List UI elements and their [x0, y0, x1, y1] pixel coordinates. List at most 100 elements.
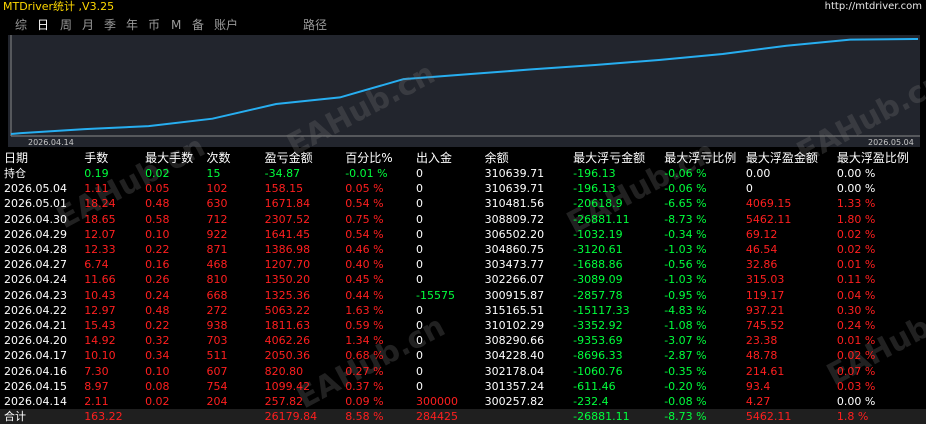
tab-week[interactable]: 周	[60, 17, 72, 33]
total-deposit-withdrawal: 284425	[412, 409, 481, 424]
table-row[interactable]: 2026.04.30 18.65 0.58 712 2307.52 0.75 % 0 3088…	[0, 212, 926, 227]
row-profit-loss: 257.82	[264, 394, 304, 408]
col-lots[interactable]: 手数	[80, 151, 141, 166]
table-row[interactable]: 2026.04.16 7.30 0.10 607 820.80 0.27 % 0 302178…	[0, 363, 926, 378]
website-link[interactable]: http://mtdriver.com	[825, 0, 922, 13]
holding-count: 15	[206, 167, 221, 181]
row-max-floating-loss-ratio: -1.03 %	[664, 273, 707, 287]
row-lots: 7.30	[84, 364, 109, 378]
table-row[interactable]: 2026.04.23 10.43 0.24 668 1325.36 0.44 % -1557…	[0, 288, 926, 303]
table-row[interactable]: 2026.04.27 6.74 0.16 468 1207.70 0.40 % 0 30347…	[0, 257, 926, 272]
holding-row: 持仓 0.19 0.02 15 -34.87 -0.01 % 0 310639.…	[0, 166, 926, 181]
row-date: 2026.04.17	[4, 349, 67, 363]
row-balance: 310481.56	[484, 197, 545, 211]
row-balance: 302178.04	[484, 364, 545, 378]
row-deposit-withdrawal: 300000	[416, 394, 458, 408]
col-date[interactable]: 日期	[0, 151, 80, 166]
row-deposit-withdrawal: 0	[416, 182, 423, 196]
row-date: 2026.04.20	[4, 334, 67, 348]
row-percent: 1.63 %	[345, 303, 384, 317]
row-max-floating-loss-ratio: -0.34 %	[664, 227, 707, 241]
row-balance: 300915.87	[484, 288, 545, 302]
row-percent: 0.75 %	[345, 212, 384, 226]
tab-note[interactable]: 备	[192, 17, 204, 33]
total-balance	[480, 409, 570, 424]
table-row[interactable]: 2026.04.24 11.66 0.26 810 1350.20 0.45 % 0 3022…	[0, 272, 926, 287]
row-max-floating-loss: -8696.33	[573, 349, 623, 363]
row-deposit-withdrawal: -15575	[416, 288, 455, 302]
table-row[interactable]: 2026.04.28 12.33 0.22 871 1386.98 0.46 % 0 3048…	[0, 242, 926, 257]
row-max-lots: 0.10	[145, 227, 170, 241]
row-max-floating-profit: 0	[745, 182, 753, 196]
table-row[interactable]: 2026.04.29 12.07 0.10 922 1641.45 0.54 % 0 3065…	[0, 227, 926, 242]
row-percent: 0.37 %	[345, 379, 384, 393]
row-lots: 8.97	[84, 379, 109, 393]
row-balance: 308809.72	[484, 212, 545, 226]
col-max-floating-loss-ratio[interactable]: 最大浮亏比例	[660, 151, 742, 166]
tab-month[interactable]: 月	[82, 17, 94, 33]
total-max-floating-loss-ratio: -8.73 %	[660, 409, 742, 424]
col-profit-loss[interactable]: 盈亏金额	[261, 151, 342, 166]
row-max-lots: 0.58	[145, 212, 170, 226]
tab-path[interactable]: 路径	[303, 17, 327, 33]
row-percent: 0.40 %	[345, 258, 384, 272]
row-max-floating-profit: 119.17	[745, 288, 785, 302]
row-profit-loss: 1207.70	[264, 258, 311, 272]
tab-account[interactable]: 账户	[214, 17, 238, 33]
holding-profit-loss: -34.87	[264, 167, 301, 181]
row-count: 630	[206, 197, 228, 211]
col-max-lots[interactable]: 最大手数	[141, 151, 202, 166]
table-row[interactable]: 2026.05.04 1.11 0.05 102 158.15 0.05 % 0 310639…	[0, 181, 926, 196]
row-count: 668	[206, 288, 228, 302]
tab-currency[interactable]: 币	[148, 17, 160, 33]
row-max-floating-loss-ratio: -8.73 %	[664, 212, 707, 226]
table-row[interactable]: 2026.04.15 8.97 0.08 754 1099.42 0.37 % 0 30135…	[0, 379, 926, 394]
row-percent: 0.09 %	[345, 394, 384, 408]
col-count[interactable]: 次数	[202, 151, 260, 166]
row-profit-loss: 4062.26	[264, 334, 311, 348]
table-row[interactable]: 2026.04.21 15.43 0.22 938 1811.63 0.59 % 0 3101…	[0, 318, 926, 333]
row-max-lots: 0.10	[145, 364, 170, 378]
row-balance: 306502.20	[484, 227, 545, 241]
table-row[interactable]: 2026.04.20 14.92 0.32 703 4062.26 1.34 % 0 3082…	[0, 333, 926, 348]
equity-chart: 2026.04.14 2026.05.04	[8, 35, 920, 147]
row-max-floating-profit: 93.4	[745, 379, 771, 393]
row-max-floating-profit: 4.27	[745, 394, 771, 408]
col-balance[interactable]: 余额	[481, 151, 569, 166]
row-deposit-withdrawal: 0	[416, 258, 423, 272]
row-max-lots: 0.02	[145, 394, 170, 408]
tab-quarter[interactable]: 季	[104, 17, 116, 33]
holding-max-floating-profit: 0.00	[745, 167, 771, 181]
table-row[interactable]: 2026.04.14 2.11 0.02 204 257.82 0.09 % 300000 3…	[0, 394, 926, 409]
tab-year[interactable]: 年	[126, 17, 138, 33]
col-max-floating-profit-ratio[interactable]: 最大浮盈比例	[833, 151, 926, 166]
row-max-floating-profit-ratio: 0.00 %	[836, 182, 876, 196]
row-deposit-withdrawal: 0	[416, 227, 423, 241]
row-count: 810	[206, 273, 228, 287]
row-date: 2026.05.04	[4, 182, 67, 196]
row-balance: 304860.75	[484, 243, 545, 257]
row-profit-loss: 1386.98	[264, 243, 311, 257]
tab-day[interactable]: 日	[37, 17, 49, 33]
row-max-lots: 0.26	[145, 273, 170, 287]
col-percent[interactable]: 百分比%	[341, 151, 412, 166]
row-max-lots: 0.22	[145, 318, 170, 332]
row-lots: 14.92	[84, 334, 116, 348]
holding-max-lots: 0.02	[145, 167, 170, 181]
row-max-floating-profit-ratio: 0.03 %	[836, 379, 876, 393]
row-max-floating-profit: 32.86	[745, 258, 778, 272]
row-max-floating-profit-ratio: 1.80 %	[836, 212, 876, 226]
table-row[interactable]: 2026.04.22 12.97 0.48 272 5063.22 1.63 % 0 3151…	[0, 303, 926, 318]
row-count: 754	[206, 379, 228, 393]
col-deposit-withdrawal[interactable]: 出入金	[412, 151, 481, 166]
tab-magic[interactable]: M	[171, 17, 181, 33]
tab-summary[interactable]: 综	[15, 17, 27, 33]
row-deposit-withdrawal: 0	[416, 379, 423, 393]
col-max-floating-profit[interactable]: 最大浮盈金额	[742, 151, 833, 166]
col-max-floating-loss[interactable]: 最大浮亏金额	[569, 151, 660, 166]
row-deposit-withdrawal: 0	[416, 334, 423, 348]
row-lots: 12.97	[84, 303, 116, 317]
table-row[interactable]: 2026.04.17 10.10 0.34 511 2050.36 0.68 % 0 3042…	[0, 348, 926, 363]
row-max-floating-loss-ratio: -0.08 %	[664, 394, 707, 408]
table-row[interactable]: 2026.05.01 18.24 0.48 630 1671.84 0.54 % 0 3104…	[0, 196, 926, 211]
